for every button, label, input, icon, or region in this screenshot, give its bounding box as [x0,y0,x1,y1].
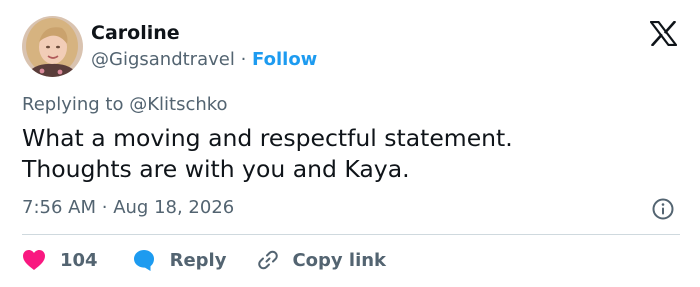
display-name[interactable]: Caroline [91,22,180,44]
like-button[interactable]: 104 [22,249,98,271]
copy-link-label: Copy link [292,249,387,271]
tweet-card: Caroline @Gigsandtravel · Follow Replyin… [0,0,700,287]
avatar[interactable] [22,16,83,77]
tweet-line: What a moving and respectful statement. [22,124,513,152]
link-icon [258,250,279,270]
tweet-line: Thoughts are with you and Kaya. [22,155,410,183]
tweet-meta: 7:56 AM · Aug 18, 2026 [22,197,234,218]
info-icon[interactable] [651,197,675,221]
reply-label: Reply [169,249,227,271]
follow-link[interactable]: Follow [252,49,317,70]
tweet-time[interactable]: 7:56 AM [22,197,96,218]
x-logo-icon[interactable] [649,20,678,47]
handle-separator: · [240,49,247,70]
tweet-date[interactable]: Aug 18, 2026 [113,197,234,218]
heart-icon [23,250,45,270]
handle-row: @Gigsandtravel · Follow [91,49,317,70]
action-bar: 104 Reply Copy link [22,247,386,273]
user-handle[interactable]: @Gigsandtravel [91,49,235,70]
divider [22,234,680,235]
speech-bubble-icon [133,250,154,271]
tweet-text: What a moving and respectful statement. … [22,123,682,185]
meta-separator: · [101,197,108,218]
like-count: 104 [60,249,98,271]
reply-context: Replying to @Klitschko [22,94,228,115]
reply-button[interactable]: Reply [132,248,227,272]
copy-link-button[interactable]: Copy link [256,248,386,272]
